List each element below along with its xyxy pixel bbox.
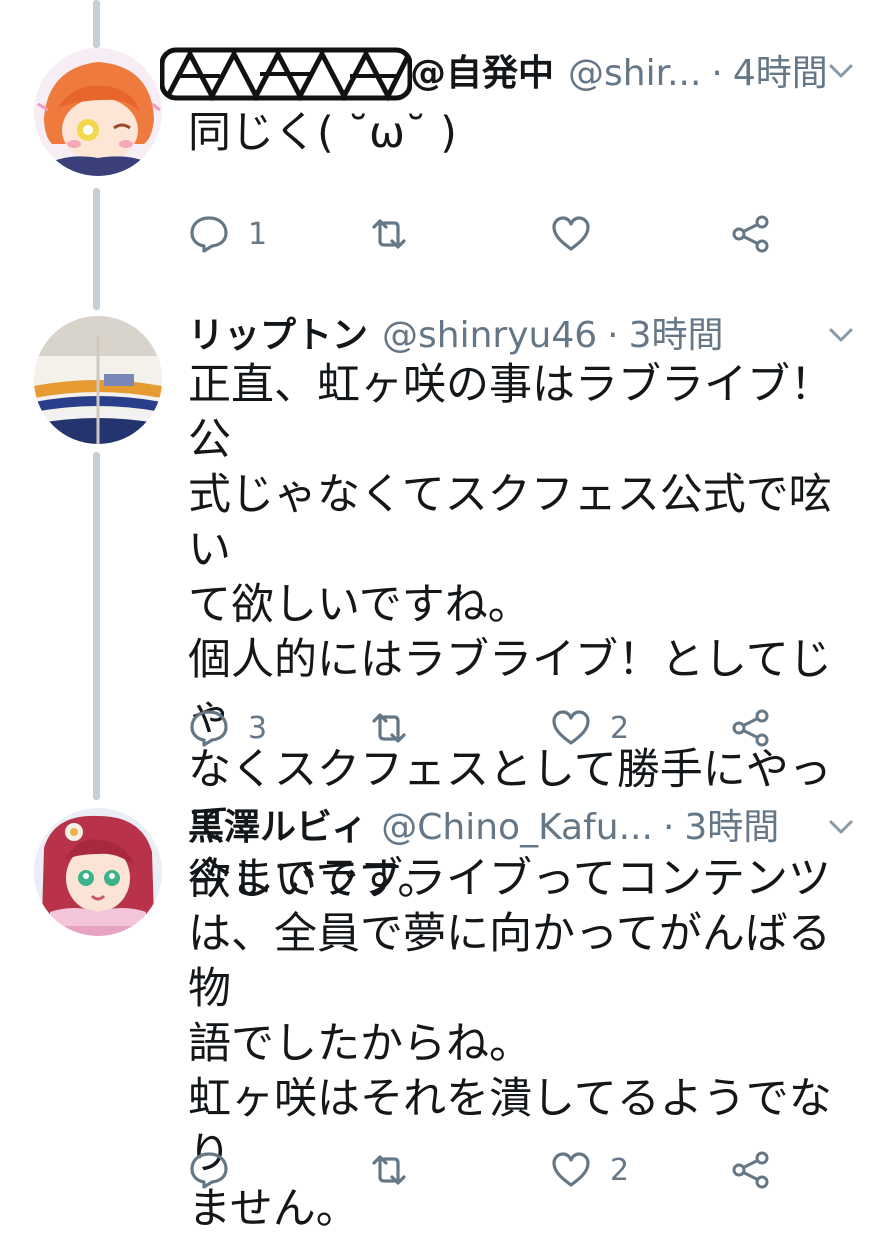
heart-icon	[552, 1152, 590, 1187]
share-button[interactable]	[730, 204, 772, 264]
reply-count: 1	[248, 216, 268, 252]
like-button[interactable]	[550, 204, 610, 264]
retweet-button[interactable]	[368, 204, 428, 264]
heart-icon	[552, 216, 590, 251]
display-name[interactable]: @自発中	[410, 44, 554, 104]
avatar[interactable]	[34, 48, 162, 176]
tweet[interactable]: @自発中 @shir... · 4時間 同じく( ˘ω˘ ) 1	[0, 0, 886, 300]
avatar[interactable]	[34, 808, 162, 936]
like-count: 2	[610, 1152, 630, 1188]
chevron-down-icon[interactable]	[826, 812, 856, 842]
tweet-text: 同じく( ˘ω˘ )	[188, 108, 457, 158]
share-icon	[732, 709, 769, 747]
redaction-scribble	[160, 47, 412, 102]
reply-button[interactable]: 3	[188, 698, 267, 758]
separator-dot: ·	[711, 53, 723, 94]
timestamp[interactable]: 3時間	[629, 306, 724, 366]
share-button[interactable]	[730, 1140, 772, 1200]
tweet-header: 黒澤ルビィ @Chino_Kafu... · 3時間	[188, 798, 856, 858]
avatar[interactable]	[34, 316, 162, 444]
display-name[interactable]: 黒澤ルビィ	[188, 798, 367, 858]
share-button[interactable]	[730, 698, 772, 758]
tweet-header: リップトン @shinryu46 · 3時間	[188, 306, 856, 366]
action-bar: 1	[0, 204, 886, 264]
like-button[interactable]: 2	[550, 698, 629, 758]
action-bar: 3 2	[0, 698, 886, 758]
reply-button[interactable]	[188, 1140, 248, 1200]
tweet[interactable]: 黒澤ルビィ @Chino_Kafu... · 3時間 今までラブライブってコンテ…	[0, 798, 886, 1234]
user-handle[interactable]: @Chino_Kafu...	[381, 798, 653, 858]
share-icon	[732, 215, 769, 253]
separator-dot: ·	[662, 807, 675, 848]
reply-icon	[190, 1152, 228, 1189]
display-name[interactable]: リップトン	[188, 306, 368, 366]
heart-icon	[552, 710, 590, 745]
separator-dot: ·	[607, 315, 619, 356]
retweet-icon	[372, 713, 406, 743]
retweet-button[interactable]	[368, 698, 428, 758]
chevron-down-icon[interactable]	[826, 320, 856, 350]
chevron-down-icon[interactable]	[826, 56, 856, 86]
user-handle[interactable]: @shinryu46	[382, 306, 597, 366]
share-icon	[732, 1151, 769, 1189]
retweet-icon	[372, 219, 406, 249]
timestamp[interactable]: 4時間	[733, 44, 828, 104]
like-button[interactable]: 2	[550, 1140, 629, 1200]
reply-button[interactable]: 1	[188, 204, 267, 264]
user-handle[interactable]: @shir...	[568, 44, 701, 104]
reply-icon	[190, 216, 228, 253]
timestamp[interactable]: 3時間	[684, 798, 779, 858]
tweet[interactable]: リップトン @shinryu46 · 3時間 正直、虹ヶ咲の事はラブライブ！公 …	[0, 300, 886, 905]
like-count: 2	[610, 710, 630, 746]
retweet-icon	[372, 1155, 406, 1185]
action-bar: 2	[0, 1140, 886, 1200]
retweet-button[interactable]	[368, 1140, 428, 1200]
reply-count: 3	[248, 710, 268, 746]
reply-icon	[190, 710, 228, 747]
